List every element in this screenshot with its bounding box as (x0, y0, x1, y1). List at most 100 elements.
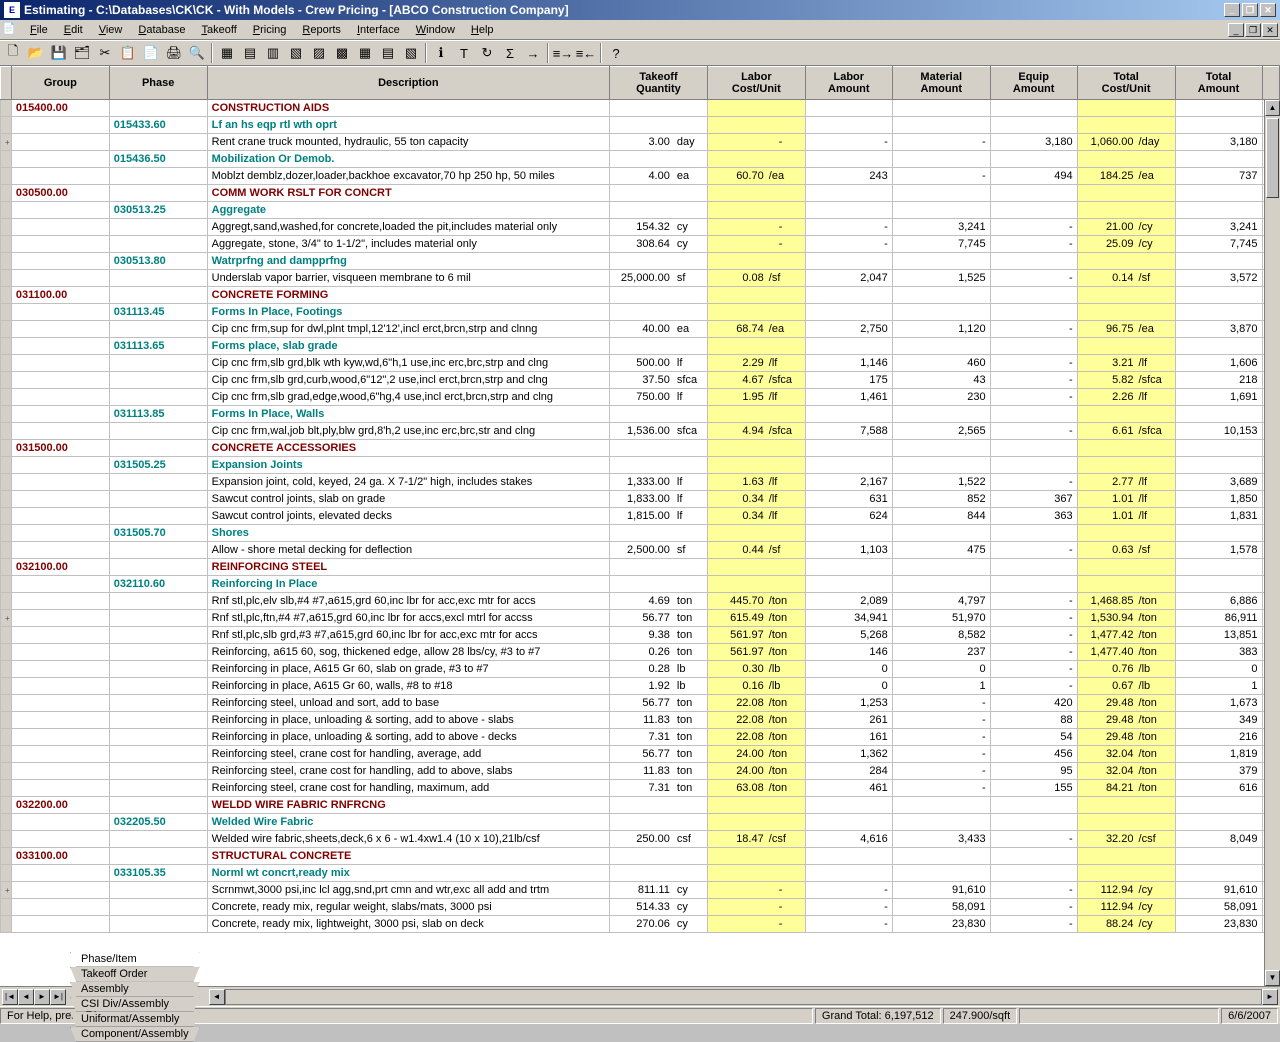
row-header-cell[interactable] (1, 304, 12, 321)
row-header-cell[interactable] (1, 440, 12, 457)
menu-edit[interactable]: Edit (56, 22, 91, 38)
table-row[interactable]: 030500.00COMM WORK RSLT FOR CONCRT (1, 185, 1280, 202)
row-header-cell[interactable] (1, 763, 12, 780)
corner-cell[interactable] (1, 67, 12, 100)
row-header-cell[interactable] (1, 117, 12, 134)
table-row[interactable]: Sawcut control joints, elevated decks1,8… (1, 508, 1280, 525)
table-row[interactable]: Reinforcing steel, crane cost for handli… (1, 763, 1280, 780)
row-header-cell[interactable] (1, 406, 12, 423)
tt-icon[interactable]: T (453, 42, 475, 64)
column-header[interactable]: MaterialAmount (892, 67, 990, 100)
table-row[interactable]: 031100.00CONCRETE FORMING (1, 287, 1280, 304)
cut-icon[interactable]: ✂ (94, 42, 116, 64)
row-header-cell[interactable] (1, 202, 12, 219)
table-row[interactable]: 015433.60Lf an hs eqp rtl wth oprt (1, 117, 1280, 134)
sheet-tab[interactable]: Assembly (70, 982, 200, 997)
sum-icon[interactable]: Σ (499, 42, 521, 64)
row-header-cell[interactable] (1, 559, 12, 576)
row-header-cell[interactable] (1, 236, 12, 253)
row-header-cell[interactable] (1, 525, 12, 542)
sheet-tab[interactable]: Component/Assembly (70, 1027, 200, 1042)
open-icon[interactable]: 📂 (25, 42, 47, 64)
table-row[interactable]: 031500.00CONCRETE ACCESSORIES (1, 440, 1280, 457)
row-header-cell[interactable] (1, 814, 12, 831)
paste-icon[interactable]: 📄 (140, 42, 162, 64)
row-header-cell[interactable] (1, 355, 12, 372)
table-row[interactable]: Rnf stl,plc,slb grd,#3 #7,a615,grd 60,in… (1, 627, 1280, 644)
menu-pricing[interactable]: Pricing (245, 22, 295, 38)
table-row[interactable]: Reinforcing steel, crane cost for handli… (1, 780, 1280, 797)
column-header[interactable]: TotalCost/Unit (1077, 67, 1175, 100)
t6-icon[interactable]: ▩ (331, 42, 353, 64)
row-header-cell[interactable] (1, 185, 12, 202)
table-row[interactable]: Cip cnc frm,slb grd,blk wth kyw,wd,6"h,1… (1, 355, 1280, 372)
table-row[interactable]: 031113.65Forms place, slab grade (1, 338, 1280, 355)
table-row[interactable]: Reinforcing in place, A615 Gr 60, slab o… (1, 661, 1280, 678)
table-row[interactable]: 032205.50Welded Wire Fabric (1, 814, 1280, 831)
sheet-tab[interactable]: CSI Div/Assembly (70, 997, 200, 1012)
minimize-button[interactable]: _ (1224, 3, 1240, 17)
organize-icon[interactable]: 🗂 (71, 42, 93, 64)
row-header-cell[interactable] (1, 576, 12, 593)
menu-interface[interactable]: Interface (349, 22, 408, 38)
seq2-icon[interactable]: ≡← (575, 42, 597, 64)
column-header[interactable]: LaborAmount (805, 67, 892, 100)
close-button[interactable]: ✕ (1260, 3, 1276, 17)
new-icon[interactable]: 🗋 (2, 42, 24, 64)
table-row[interactable]: 015436.50Mobilization Or Demob. (1, 151, 1280, 168)
vertical-scrollbar[interactable]: ▲ ▼ (1264, 100, 1280, 986)
table-row[interactable]: 031113.85Forms In Place, Walls (1, 406, 1280, 423)
table-row[interactable]: 015400.00CONSTRUCTION AIDS (1, 100, 1280, 117)
mdi-close-button[interactable]: ✕ (1262, 23, 1278, 37)
help-icon[interactable]: ? (605, 42, 627, 64)
table-row[interactable]: Scrnmwt,3000 psi,inc lcl agg,snd,prt cmn… (1, 882, 1280, 899)
row-header-cell[interactable] (1, 865, 12, 882)
row-header-cell[interactable] (1, 627, 12, 644)
table-row[interactable]: 032110.60Reinforcing In Place (1, 576, 1280, 593)
menu-reports[interactable]: Reports (294, 22, 349, 38)
table-row[interactable]: 033100.00STRUCTURAL CONCRETE (1, 848, 1280, 865)
t8-icon[interactable]: ▤ (377, 42, 399, 64)
table-row[interactable]: Reinforcing in place, unloading & sortin… (1, 729, 1280, 746)
row-header-cell[interactable] (1, 134, 12, 151)
tab-last-button[interactable]: ►| (50, 989, 66, 1005)
row-header-cell[interactable] (1, 780, 12, 797)
horizontal-scrollbar[interactable]: ◄ ► (209, 989, 1278, 1005)
row-header-cell[interactable] (1, 899, 12, 916)
table-row[interactable]: Rent crane truck mounted, hydraulic, 55 … (1, 134, 1280, 151)
row-header-cell[interactable] (1, 423, 12, 440)
table-row[interactable]: Reinforcing, a615 60, sog, thickened edg… (1, 644, 1280, 661)
row-header-cell[interactable] (1, 253, 12, 270)
row-header-cell[interactable] (1, 882, 12, 899)
hscroll-right-arrow-icon[interactable]: ► (1262, 989, 1278, 1005)
table-row[interactable]: Underslab vapor barrier, visqueen membra… (1, 270, 1280, 287)
maximize-button[interactable]: ❐ (1242, 3, 1258, 17)
table-row[interactable]: Rnf stl,plc,ftn,#4 #7,a615,grd 60,inc lb… (1, 610, 1280, 627)
t3-icon[interactable]: ▥ (262, 42, 284, 64)
table-row[interactable]: Reinforcing in place, unloading & sortin… (1, 712, 1280, 729)
tab-next-button[interactable]: ► (34, 989, 50, 1005)
table-row[interactable]: 030513.25Aggregate (1, 202, 1280, 219)
column-header[interactable]: TakeoffQuantity (610, 67, 708, 100)
row-header-cell[interactable] (1, 100, 12, 117)
table-row[interactable]: Cip cnc frm,sup for dwl,plnt tmpl,12'12'… (1, 321, 1280, 338)
table-row[interactable]: Concrete, ready mix, lightweight, 3000 p… (1, 916, 1280, 933)
refresh-icon[interactable]: ↻ (476, 42, 498, 64)
row-header-cell[interactable] (1, 661, 12, 678)
row-header-cell[interactable] (1, 729, 12, 746)
menu-takeoff[interactable]: Takeoff (193, 22, 244, 38)
row-header-cell[interactable] (1, 542, 12, 559)
print-icon[interactable]: 🖨 (163, 42, 185, 64)
column-header[interactable]: Phase (109, 67, 207, 100)
table-row[interactable]: Cip cnc frm,slb grd,curb,wood,6"12",2 us… (1, 372, 1280, 389)
row-header-cell[interactable] (1, 797, 12, 814)
row-header-cell[interactable] (1, 321, 12, 338)
t9-icon[interactable]: ▧ (400, 42, 422, 64)
menu-view[interactable]: View (91, 22, 131, 38)
spreadsheet-grid[interactable]: GroupPhaseDescriptionTakeoffQuantityLabo… (0, 66, 1280, 986)
row-header-cell[interactable] (1, 644, 12, 661)
table-row[interactable]: Welded wire fabric,sheets,deck,6 x 6 - w… (1, 831, 1280, 848)
mdi-restore-button[interactable]: ❐ (1245, 23, 1261, 37)
table-row[interactable]: Rnf stl,plc,elv slb,#4 #7,a615,grd 60,in… (1, 593, 1280, 610)
copy-icon[interactable]: 📋 (117, 42, 139, 64)
